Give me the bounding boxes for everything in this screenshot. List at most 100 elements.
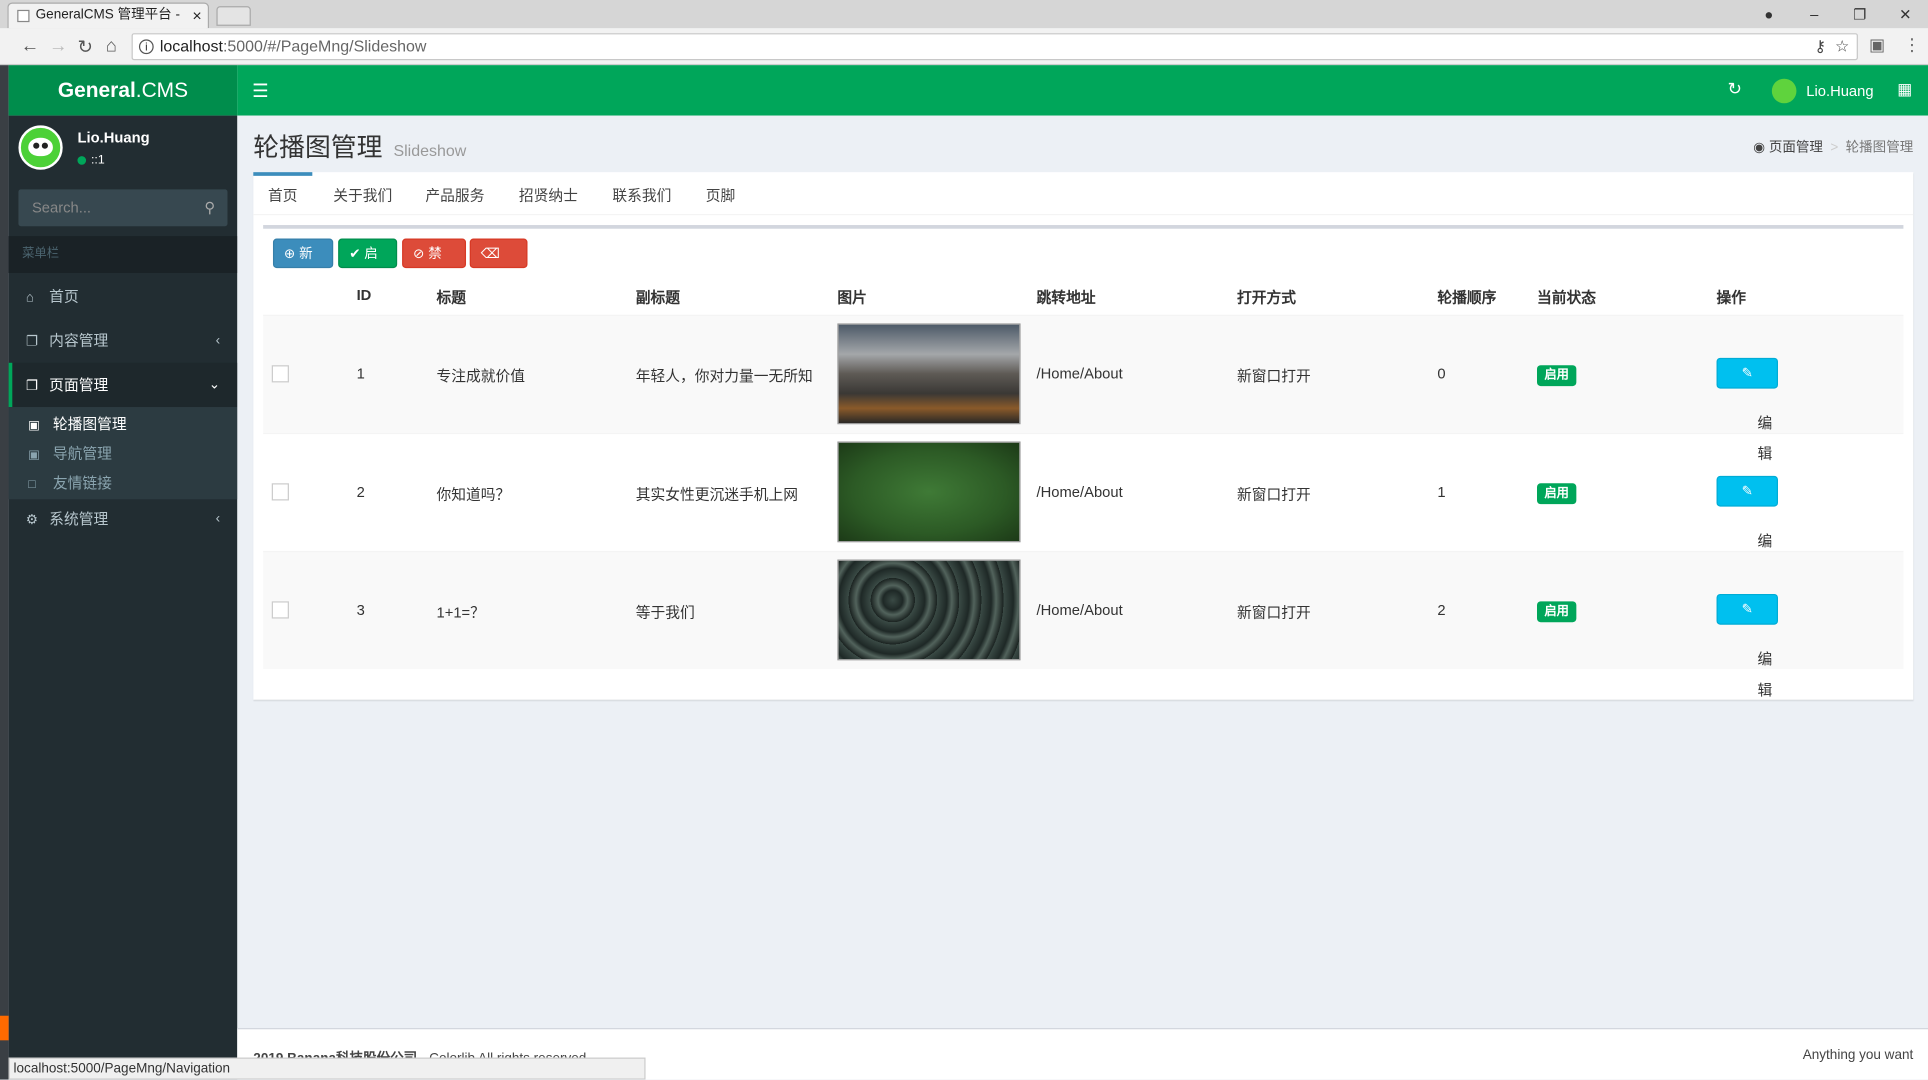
forward-icon[interactable]: → (49, 36, 67, 57)
breadcrumb-link[interactable]: 页面管理 (1769, 140, 1823, 155)
restore-icon[interactable]: ❐ (1837, 6, 1882, 23)
grass-image (837, 441, 1021, 543)
taskbar-accent (0, 1015, 9, 1041)
edit-button[interactable]: ✎ 编辑 (1716, 475, 1779, 580)
sidebar-toggle-icon[interactable]: ☰ (252, 80, 269, 102)
chevron-left-icon: ‹ (215, 333, 221, 349)
cell-title: 你知道吗？ (436, 485, 511, 503)
page-title: 轮播图管理 Slideshow (253, 128, 466, 165)
cell-title: 1+1=？ (436, 603, 485, 621)
sidebar-user-name: Lio.Huang (77, 129, 150, 147)
info-icon[interactable]: i (138, 39, 154, 55)
edit-button[interactable]: ✎ 编辑 (1716, 593, 1779, 698)
reload-icon[interactable]: ↻ (77, 36, 92, 58)
extension-icon[interactable]: ▣ (1869, 34, 1885, 55)
online-status: ::1 (77, 154, 105, 167)
sidebar-item-pages[interactable]: ❐ 页面管理 ⌄ (8, 362, 238, 408)
search-input[interactable]: Search... ⚲ (18, 189, 228, 227)
page-icon (17, 9, 30, 23)
url-input[interactable]: i localhost:5000/#/PageMng/Slideshow ⚷ ☆ (131, 33, 1858, 61)
row-checkbox[interactable] (271, 601, 289, 619)
user-menu[interactable]: Lio.Huang (1771, 77, 1874, 104)
brand-logo[interactable]: General.CMS (8, 65, 238, 116)
city-skyline-image (837, 323, 1021, 425)
key-star-icons[interactable]: ⚷ ☆ (1814, 34, 1849, 59)
col-link: 跳转地址 (1036, 288, 1096, 307)
cell-open: 新窗口打开 (1236, 367, 1311, 385)
home-icon[interactable]: ⌂ (106, 36, 117, 57)
sidebar-item-label: 页面管理 (49, 376, 109, 394)
status-badge: 启用 (1537, 483, 1577, 505)
sidebar-item-content[interactable]: ❐ 内容管理 ‹ (9, 318, 238, 362)
tab-jobs[interactable]: 招贤纳士 (510, 172, 586, 215)
address-bar: ← → ↻ ⌂ i localhost:5000/#/PageMng/Slide… (0, 28, 1928, 66)
tab-bar: 首页 关于我们 产品服务 招贤纳士 联系我们 页脚 (253, 172, 1914, 216)
header-user-name: Lio.Huang (1806, 82, 1874, 100)
refresh-icon[interactable]: ↻ (1728, 79, 1742, 100)
user-panel: Lio.Huang ::1 (9, 116, 238, 187)
tab-about[interactable]: 关于我们 (325, 172, 401, 215)
minimize-icon[interactable]: – (1792, 6, 1837, 23)
table-row: 3 1+1=？ 等于我们 /Home/About 新窗口打开 2 启用 ✎ 编辑 (263, 550, 1904, 698)
sidebar-item-label: 内容管理 (49, 332, 109, 350)
tab-home[interactable]: 首页 (253, 172, 313, 215)
add-button[interactable]: ⊕ 新增 (272, 238, 334, 291)
sidebar-item-label: 系统管理 (49, 510, 109, 528)
top-header: ☰ ↻ Lio.Huang ▦ (237, 65, 1928, 116)
row-checkbox[interactable] (271, 483, 289, 501)
sidebar-subitem-links[interactable]: □ 友情链接 (28, 469, 112, 499)
chevron-left-icon: ‹ (215, 511, 221, 527)
tab-close-icon[interactable]: × (192, 4, 201, 27)
browser-tab[interactable]: GeneralCMS 管理平台 - × (7, 2, 210, 29)
cell-open: 新窗口打开 (1236, 603, 1311, 621)
edit-label: 编辑 (1757, 650, 1773, 699)
enable-button[interactable]: ✔ 启用 (338, 238, 398, 291)
page-title-text: 轮播图管理 (253, 134, 383, 163)
tab-footer[interactable]: 页脚 (690, 172, 751, 215)
sidebar-subitem-navigation[interactable]: ▣ 导航管理 (28, 439, 112, 469)
sidebar-item-system[interactable]: ⚙ 系统管理 ‹ (9, 497, 238, 541)
status-badge: 启用 (1537, 365, 1577, 387)
profile-icon[interactable]: ● (1746, 6, 1791, 23)
tab-title: GeneralCMS 管理平台 - (35, 7, 180, 23)
close-window-icon[interactable]: ✕ (1883, 6, 1928, 23)
cell-id: 2 (356, 483, 365, 501)
tab-products[interactable]: 产品服务 (417, 172, 493, 215)
new-tab-button[interactable] (216, 6, 251, 26)
avatar (18, 125, 63, 170)
leaves-image (837, 559, 1021, 661)
cogs-icon: ⚙ (25, 512, 38, 528)
back-icon[interactable]: ← (21, 36, 39, 57)
delete-button[interactable]: ⌫ 删除 (469, 238, 528, 291)
cell-link: /Home/About (1036, 601, 1123, 619)
tab-contact[interactable]: 联系我们 (604, 172, 680, 215)
cell-order: 2 (1437, 601, 1446, 619)
cell-order: 1 (1437, 483, 1446, 501)
image-icon: ▣ (28, 448, 40, 463)
footer-right: Anything you want (1802, 1047, 1914, 1063)
col-open: 打开方式 (1236, 288, 1297, 307)
row-checkbox[interactable] (271, 365, 289, 383)
sidebar-item-home[interactable]: ⌂ 首页 (9, 274, 238, 318)
disable-button[interactable]: ⊘ 禁用 (402, 238, 467, 291)
dashboard-icon: ◉ (1753, 140, 1766, 155)
page-subtitle: Slideshow (393, 141, 467, 160)
url-path: :5000/#/PageMng/Slideshow (222, 36, 427, 56)
sidebar-subitem-slideshow[interactable]: ▣ 轮播图管理 (28, 409, 126, 439)
col-id: ID (356, 286, 372, 304)
subitem-label: 轮播图管理 (52, 415, 127, 433)
chevron-down-icon: ⌄ (208, 377, 221, 393)
col-title: 标题 (436, 288, 467, 307)
grid-icon[interactable]: ▦ (1897, 80, 1912, 100)
menu-icon[interactable]: ⋮ (1903, 34, 1920, 55)
col-subtitle: 副标题 (635, 288, 680, 307)
search-icon[interactable]: ⚲ (204, 189, 215, 226)
search-placeholder: Search... (31, 199, 92, 217)
col-status: 当前状态 (1537, 288, 1597, 307)
clone-icon: ❐ (25, 334, 38, 350)
subitem-label: 友情链接 (52, 474, 112, 492)
brand-bold: General (57, 78, 136, 103)
browser-status-bar: localhost:5000/PageMng/Navigation (8, 1057, 646, 1080)
browser-titlebar: GeneralCMS 管理平台 - × ● – ❐ ✕ (0, 0, 1928, 29)
edit-button[interactable]: ✎ 编辑 (1716, 357, 1779, 462)
